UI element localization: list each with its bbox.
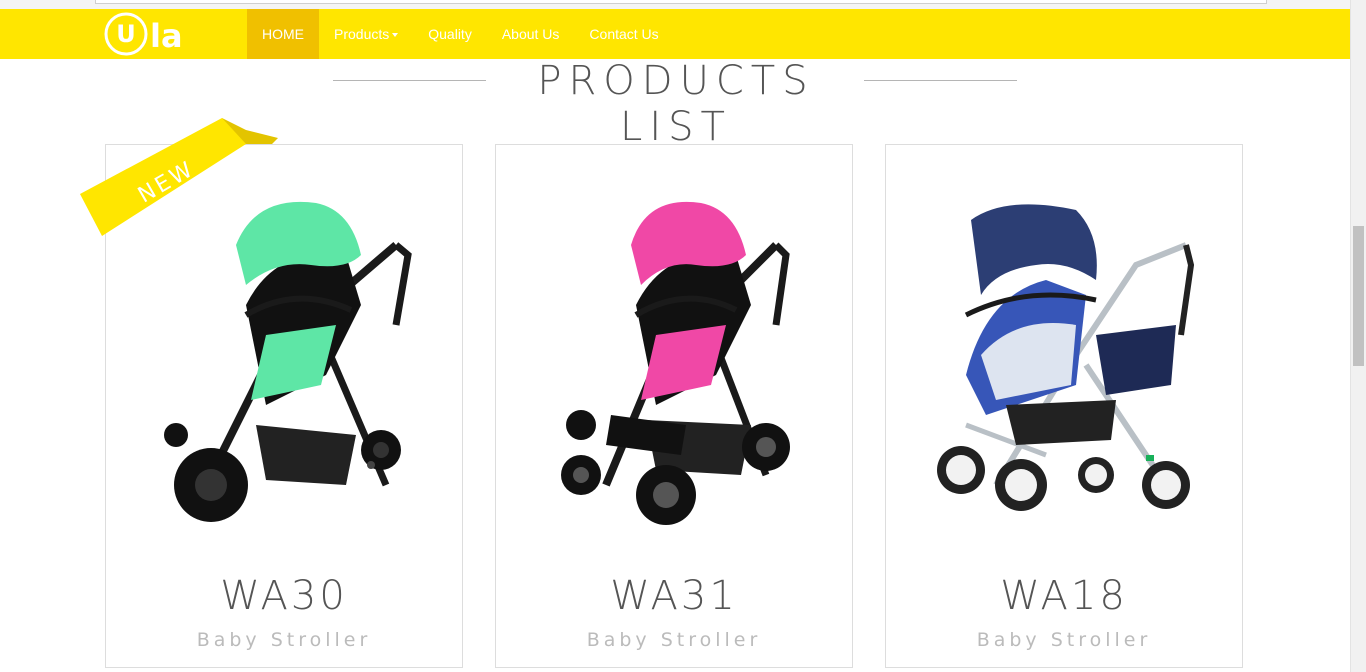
product-card-wa31[interactable]: WA31 Baby Stroller [495,144,853,668]
caret-down-icon [392,33,399,38]
nav-quality-label: Quality [428,26,472,42]
product-subtitle: Baby Stroller [586,629,762,651]
section-heading: PRODUCTS LIST [0,58,1350,150]
vertical-scrollbar[interactable] [1350,0,1366,672]
nav-contact-label: Contact Us [589,26,659,42]
nav-about-us[interactable]: About Us [487,9,575,59]
stroller-image-green[interactable] [146,185,426,545]
address-bar-edge [95,0,1267,4]
nav-quality[interactable]: Quality [413,9,487,59]
browser-top-strip [0,0,1350,9]
product-model[interactable]: WA30 [106,573,462,619]
nav-home[interactable]: HOME [247,9,319,59]
main-nav: HOME Products Quality About Us Contact U… [247,9,674,59]
navbar: U la HOME Products Quality About Us Cont… [0,9,1350,59]
nav-contact-us[interactable]: Contact Us [574,9,673,59]
nav-about-label: About Us [501,26,560,42]
logo-text: la [150,17,183,55]
stroller-image-navy[interactable] [926,185,1206,545]
product-card-wa30[interactable]: WA30 Baby Stroller [105,144,463,668]
heading-rule-right [864,80,1017,81]
product-subtitle: Baby Stroller [196,629,372,651]
nav-products-label: Products [334,26,390,42]
scrollbar-thumb[interactable] [1353,226,1364,366]
product-model[interactable]: WA18 [886,573,1242,619]
nav-products[interactable]: Products [319,9,413,59]
nav-home-label: HOME [262,26,304,42]
brand-logo[interactable]: U la [104,11,196,57]
product-model[interactable]: WA31 [496,573,852,619]
product-card-wa18[interactable]: WA18 Baby Stroller [885,144,1243,668]
page-title: PRODUCTS LIST [537,58,815,150]
stroller-image-pink[interactable] [536,185,816,545]
canopy-navy [971,204,1097,295]
product-subtitle: Baby Stroller [976,629,1152,651]
logo-mark: U [116,20,136,48]
heading-rule-left [333,80,486,81]
